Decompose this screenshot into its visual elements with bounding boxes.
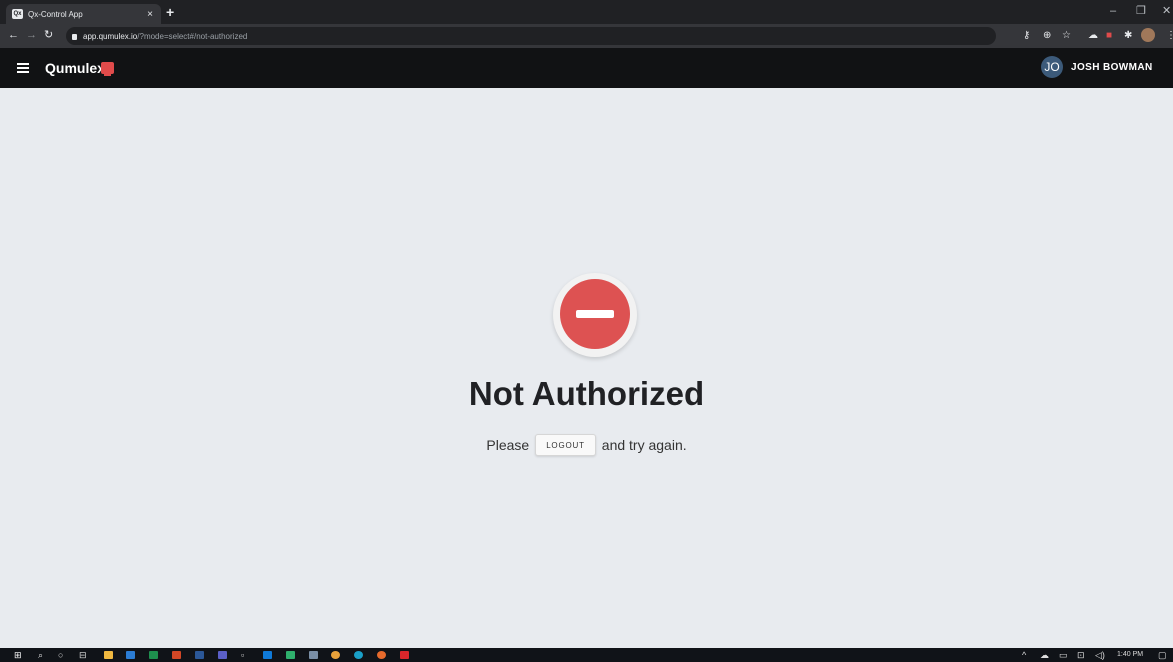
tab-title: Qx-Control App [28, 9, 83, 19]
app-brand-name[interactable]: Qumulex [45, 60, 105, 76]
screen: Qx Qx-Control App × + – ❐ ✕ ← → ↻ app.qu… [0, 0, 1173, 662]
chrome-icon[interactable] [331, 651, 340, 659]
auth-message: Please LOGOUT and try again. [0, 434, 1173, 456]
app-icon[interactable]: ▫ [241, 649, 244, 661]
search-icon[interactable]: ⌕ [38, 649, 43, 661]
teams-icon[interactable] [218, 651, 227, 659]
extension-icon[interactable]: ■ [1106, 30, 1112, 42]
url-host: app.qumulex.io [83, 31, 138, 41]
edge-icon[interactable] [354, 651, 363, 659]
close-window-icon[interactable]: ✕ [1162, 5, 1171, 17]
browser-tab[interactable]: Qx Qx-Control App × [6, 4, 161, 24]
logout-button[interactable]: LOGOUT [535, 434, 596, 456]
menu-kebab-icon[interactable]: ⋮ [1166, 30, 1173, 42]
browser-tab-strip: Qx Qx-Control App × + – ❐ ✕ [0, 0, 1173, 24]
browser-toolbar: ← → ↻ app.qumulex.io/?mode=select#/not-a… [0, 24, 1173, 48]
app-icon[interactable] [263, 651, 272, 659]
install-icon[interactable]: ⊕ [1043, 30, 1051, 42]
windows-start-icon[interactable]: ⊞ [14, 649, 22, 661]
battery-icon[interactable]: ▭ [1059, 649, 1068, 661]
avatar[interactable]: JO [1041, 56, 1063, 78]
notification-icon[interactable]: ▢ [1158, 649, 1167, 661]
app-bar: Qumulex JO JOSH BOWMAN [0, 48, 1173, 88]
main-content: Not Authorized Please LOGOUT and try aga… [0, 88, 1173, 648]
hamburger-menu-icon[interactable] [17, 63, 29, 73]
qumulex-logo-icon [101, 62, 114, 76]
tab-close-icon[interactable]: × [145, 9, 155, 20]
task-view-icon[interactable]: ⊟ [79, 649, 87, 661]
message-prefix: Please [486, 437, 530, 453]
url-path: /?mode=select#/not-authorized [137, 31, 248, 41]
app-icon[interactable] [309, 651, 318, 659]
excel-icon[interactable] [149, 651, 158, 659]
lock-icon [72, 34, 77, 40]
profile-icon[interactable] [1141, 28, 1155, 42]
new-tab-icon[interactable]: + [166, 5, 174, 19]
denied-circle [560, 279, 630, 349]
outlook-icon[interactable] [126, 651, 135, 659]
page-title: Not Authorized [468, 375, 705, 412]
reload-icon[interactable]: ↻ [44, 29, 53, 42]
word-icon[interactable] [195, 651, 204, 659]
user-name[interactable]: JOSH BOWMAN [1071, 62, 1153, 73]
acrobat-icon[interactable] [400, 651, 409, 659]
volume-icon[interactable]: ◁) [1095, 649, 1105, 661]
app-icon[interactable] [286, 651, 295, 659]
address-bar[interactable]: app.qumulex.io/?mode=select#/not-authori… [66, 27, 996, 45]
powerpoint-icon[interactable] [172, 651, 181, 659]
denied-bar [576, 310, 614, 318]
taskbar-clock[interactable]: 1:40 PM [1117, 650, 1143, 660]
message-suffix: and try again. [601, 437, 687, 453]
cortana-icon[interactable]: ○ [58, 649, 63, 661]
file-explorer-icon[interactable] [104, 651, 113, 659]
cloud-icon[interactable]: ☁ [1040, 649, 1049, 661]
tab-favicon-icon: Qx [12, 9, 23, 19]
network-icon[interactable]: ⊡ [1077, 649, 1085, 661]
forward-arrow-icon[interactable]: → [26, 29, 37, 42]
extension-icon[interactable]: ☁ [1088, 30, 1098, 42]
windows-taskbar: ⊞ ⌕ ○ ⊟ ▫ ^ ☁ ▭ ⊡ ◁) 1:40 PM ▢ [0, 648, 1173, 662]
restore-icon[interactable]: ❐ [1136, 5, 1146, 17]
not-authorized-icon [553, 273, 637, 357]
back-arrow-icon[interactable]: ← [8, 29, 19, 42]
firefox-icon[interactable] [377, 651, 386, 659]
key-icon[interactable]: ⚷ [1023, 30, 1030, 42]
minimize-icon[interactable]: – [1110, 5, 1116, 17]
star-icon[interactable]: ☆ [1062, 30, 1071, 42]
puzzle-icon[interactable]: ✱ [1124, 30, 1132, 42]
chevron-up-icon[interactable]: ^ [1022, 649, 1026, 661]
